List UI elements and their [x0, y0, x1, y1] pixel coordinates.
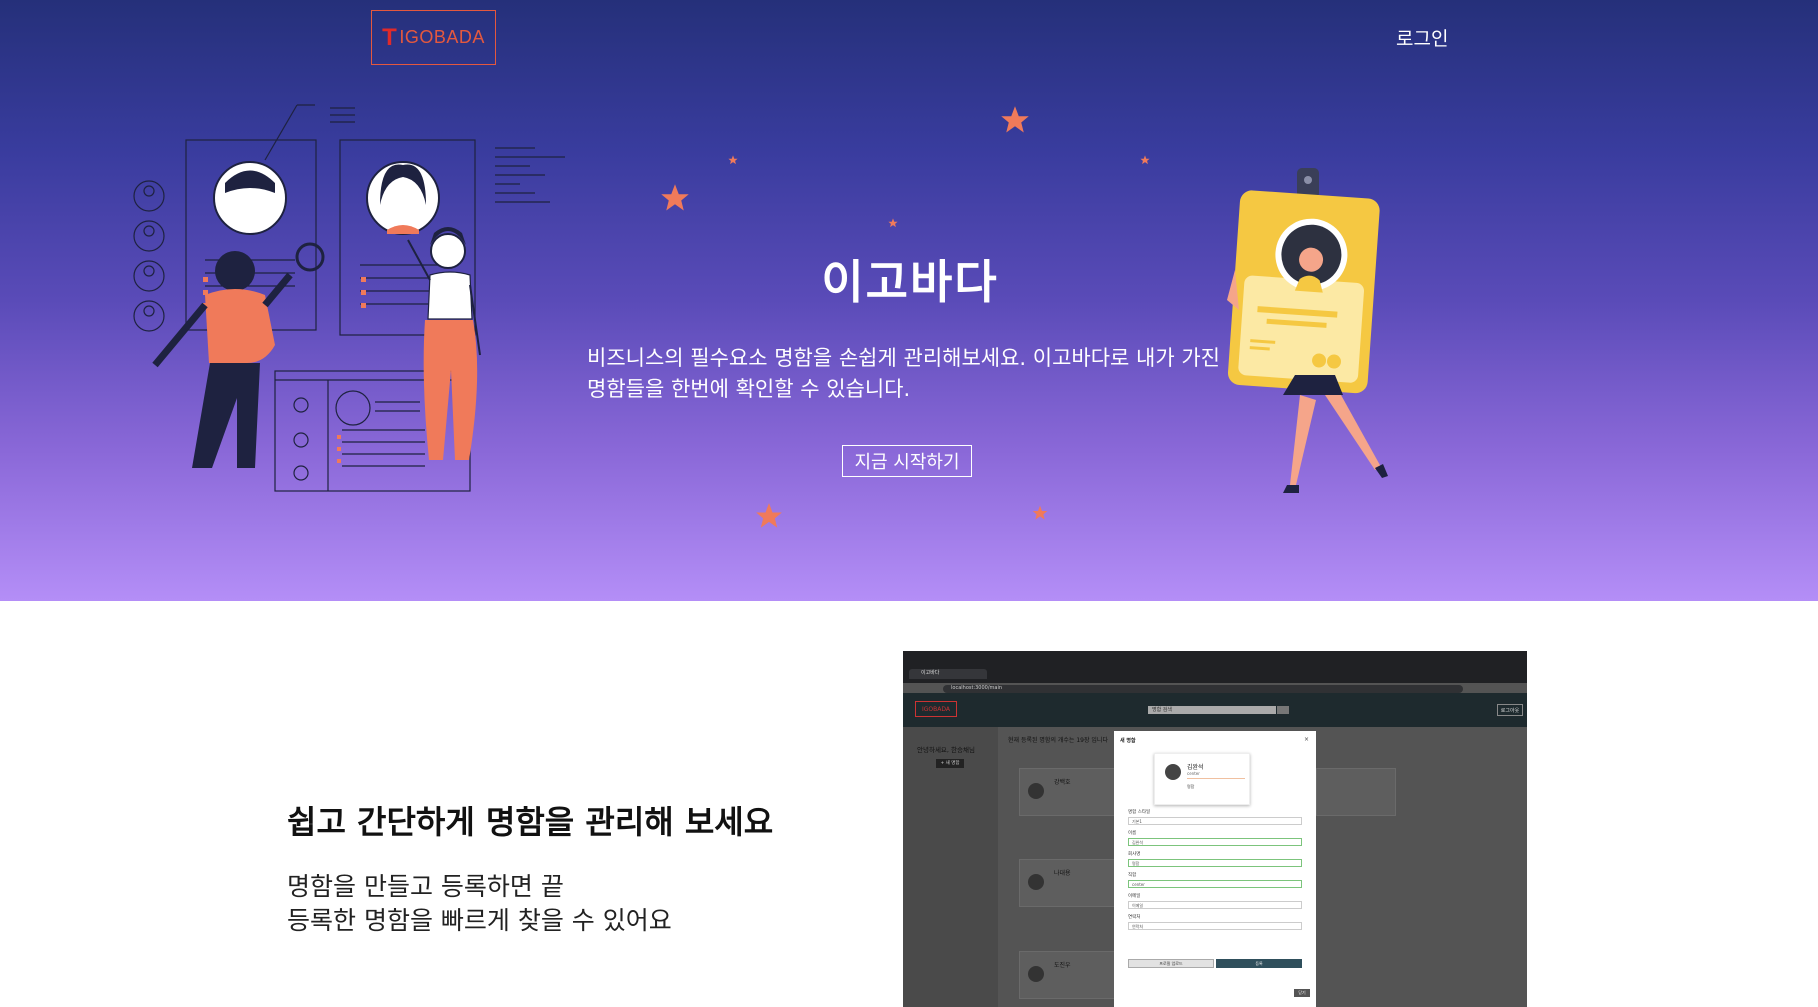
- search-icon: [1277, 706, 1289, 714]
- preview-role: center: [1187, 771, 1200, 776]
- profile-upload-button: 프로필 업로드: [1128, 959, 1214, 968]
- id-badge-illustration: [1227, 168, 1388, 493]
- card-preview: 김완석 center 명함: [1154, 753, 1250, 805]
- star-icon: [1140, 155, 1150, 165]
- login-link[interactable]: 로그인: [1396, 24, 1448, 51]
- app-screenshot: 이고바다 localhost:3000/main IGOBADA 명함 검색 로…: [903, 651, 1527, 1007]
- modal-close-button: 닫기: [1294, 989, 1310, 997]
- avatar: [1028, 874, 1044, 890]
- modal-title: 새 명함: [1120, 738, 1136, 744]
- browser-tab-title: 이고바다: [921, 670, 940, 676]
- app-card: 나대용: [1019, 859, 1119, 907]
- app-navbar: IGOBADA 명함 검색 로그아웃: [903, 693, 1527, 727]
- preview-company: 명함: [1187, 784, 1195, 789]
- browser-url-bar: localhost:3000/main: [943, 685, 1463, 693]
- field-label: 연락처: [1128, 915, 1141, 920]
- browser-url-text: localhost:3000/main: [951, 685, 1003, 691]
- field-label: 이름: [1128, 831, 1137, 836]
- app-card: 도진우: [1019, 951, 1119, 999]
- name-field: 김완석: [1128, 838, 1302, 846]
- avatar: [1028, 783, 1044, 799]
- phone-field: 연락처: [1128, 922, 1302, 930]
- star-icon: [756, 503, 782, 528]
- app-card-name: 강백호: [1054, 779, 1071, 786]
- divider: [1187, 778, 1245, 779]
- browser-tab: 이고바다: [909, 669, 987, 679]
- star-icon: [661, 184, 689, 211]
- title-field: center: [1128, 880, 1302, 888]
- avatar: [1028, 966, 1044, 982]
- app-main-title: 현재 등록된 명함의 개수는 19장 입니다: [1008, 737, 1108, 744]
- avatar: [1165, 764, 1181, 780]
- field-label: 이메일: [1128, 894, 1141, 899]
- logo[interactable]: T IGOBADA: [371, 10, 496, 65]
- app-card-name: 도진우: [1054, 962, 1071, 969]
- logo-mark: T: [382, 23, 398, 51]
- star-icon: [1032, 505, 1048, 520]
- app-card: [1316, 768, 1396, 816]
- app-card-name: 나대용: [1054, 870, 1071, 877]
- field-label: 회사명: [1128, 852, 1141, 857]
- feature-line-2: 등록한 명함을 빠르게 찾을 수 있어요: [287, 906, 672, 935]
- star-icon: [1001, 106, 1029, 133]
- app-search-input: 명함 검색: [1148, 706, 1276, 714]
- field-label: 명함 스타일: [1128, 810, 1151, 815]
- get-started-button[interactable]: 지금 시작하기: [842, 445, 972, 477]
- app-logo: IGOBADA: [915, 701, 957, 717]
- app-card: 강백호: [1019, 768, 1119, 816]
- close-icon: ×: [1304, 736, 1310, 743]
- app-new-card-modal: 새 명함 × 김완석 center 명함 명함 스타일 기본1 이름 김완석 회…: [1114, 731, 1316, 1007]
- app-sidebar: 안녕하세요, 한승채님 + 새 명함: [903, 727, 998, 1007]
- browser-chrome: 이고바다: [903, 651, 1527, 683]
- star-icon: [888, 218, 898, 228]
- hero-section: T IGOBADA 로그인 이고바다 비즈니스의 필수요소 명함을 손쉽게 관리…: [0, 0, 1818, 601]
- app-logout-button: 로그아웃: [1497, 704, 1523, 716]
- feature-title: 쉽고 간단하게 명함을 관리해 보세요: [287, 803, 774, 841]
- logo-text: IGOBADA: [399, 27, 485, 47]
- company-field: 명함: [1128, 859, 1302, 867]
- field-label: 직함: [1128, 873, 1137, 878]
- register-button: 등록: [1216, 959, 1302, 968]
- preview-name: 김완석: [1187, 764, 1204, 771]
- hero-description: 비즈니스의 필수요소 명함을 손쉽게 관리해보세요. 이고바다로 내가 가진 명…: [587, 346, 1220, 401]
- app-greeting: 안녕하세요, 한승채님: [917, 746, 975, 754]
- app-new-card-button: + 새 명함: [936, 759, 964, 768]
- people-profiles-illustration: [133, 104, 565, 492]
- star-icon: [728, 155, 738, 165]
- style-select: 기본1: [1128, 817, 1302, 825]
- hero-title: 이고바다: [821, 255, 999, 309]
- email-field: 이메일: [1128, 901, 1302, 909]
- feature-line-1: 명함을 만들고 등록하면 끝: [287, 872, 564, 901]
